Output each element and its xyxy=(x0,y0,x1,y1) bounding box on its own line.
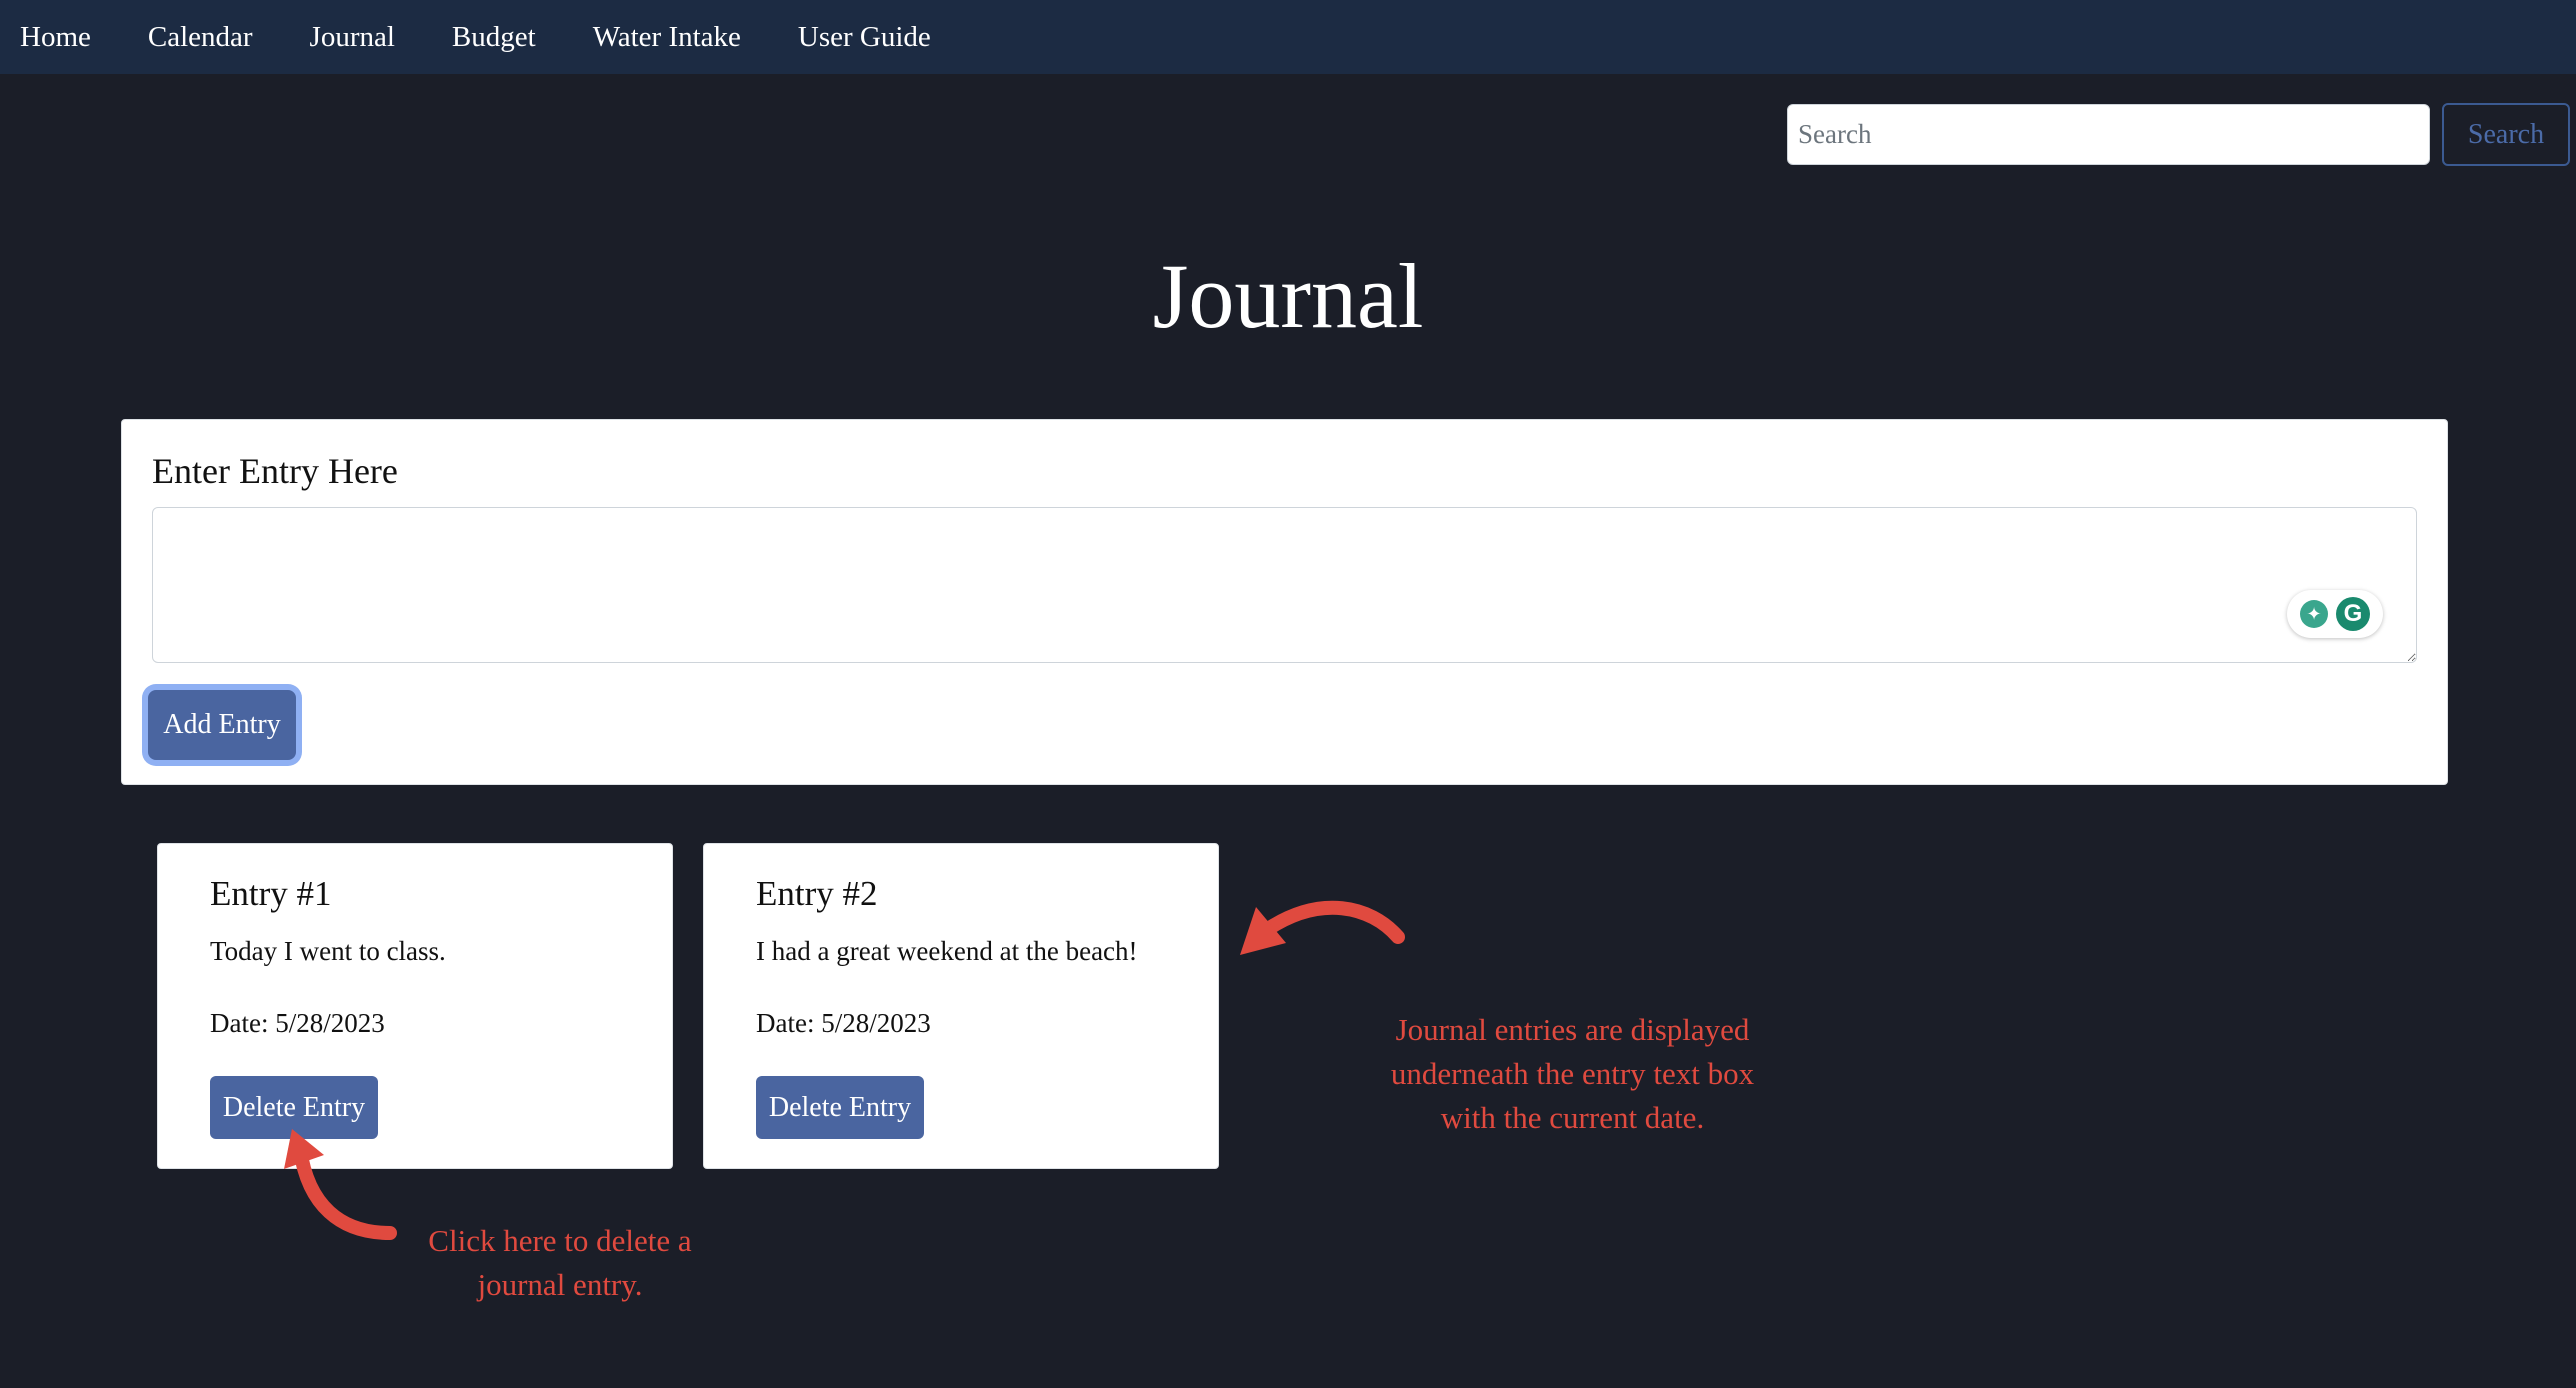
nav-budget[interactable]: Budget xyxy=(452,0,536,74)
search-input[interactable] xyxy=(1787,104,2430,165)
entry-text: Today I went to class. xyxy=(210,936,446,966)
search-button[interactable]: Search xyxy=(2442,103,2570,166)
delete-entry-button[interactable]: Delete Entry xyxy=(756,1076,924,1139)
page-title: Journal xyxy=(1152,245,1424,347)
lightbulb-icon[interactable]: ✦ xyxy=(2300,600,2328,628)
nav-home[interactable]: Home xyxy=(20,0,91,74)
entry-title: Entry #2 xyxy=(756,874,878,913)
nav-journal[interactable]: Journal xyxy=(310,0,395,74)
nav-water-intake[interactable]: Water Intake xyxy=(593,0,741,74)
annotation-entries-note: Journal entries are displayed underneath… xyxy=(1390,1012,1755,1135)
nav-calendar[interactable]: Calendar xyxy=(148,0,253,74)
entry-text: I had a great weekend at the beach! xyxy=(756,936,1138,966)
add-entry-button[interactable]: Add Entry xyxy=(148,690,296,760)
entry-date: Date: 5/28/2023 xyxy=(756,1008,931,1038)
journal-entry-card: Entry #1 Today I went to class. Date: 5/… xyxy=(157,843,673,1169)
entry-title: Entry #1 xyxy=(210,874,332,913)
grammarly-icon[interactable]: G xyxy=(2336,597,2370,631)
annotation-arrow-entries xyxy=(1240,900,1405,955)
entry-form-card: Enter Entry Here ✦ G Add Entry xyxy=(121,419,2448,785)
journal-entry-card: Entry #2 I had a great weekend at the be… xyxy=(703,843,1219,1169)
annotation-delete-note: Click here to delete a journal entry. xyxy=(428,1223,692,1302)
annotation-arrow-delete xyxy=(284,1129,397,1240)
entry-label: Enter Entry Here xyxy=(152,451,398,491)
nav-user-guide[interactable]: User Guide xyxy=(798,0,931,74)
grammar-widget[interactable]: ✦ G xyxy=(2287,590,2383,638)
top-navbar: Home Calendar Journal Budget Water Intak… xyxy=(0,0,2576,74)
entry-textarea[interactable] xyxy=(152,507,2417,663)
entry-date: Date: 5/28/2023 xyxy=(210,1008,385,1038)
